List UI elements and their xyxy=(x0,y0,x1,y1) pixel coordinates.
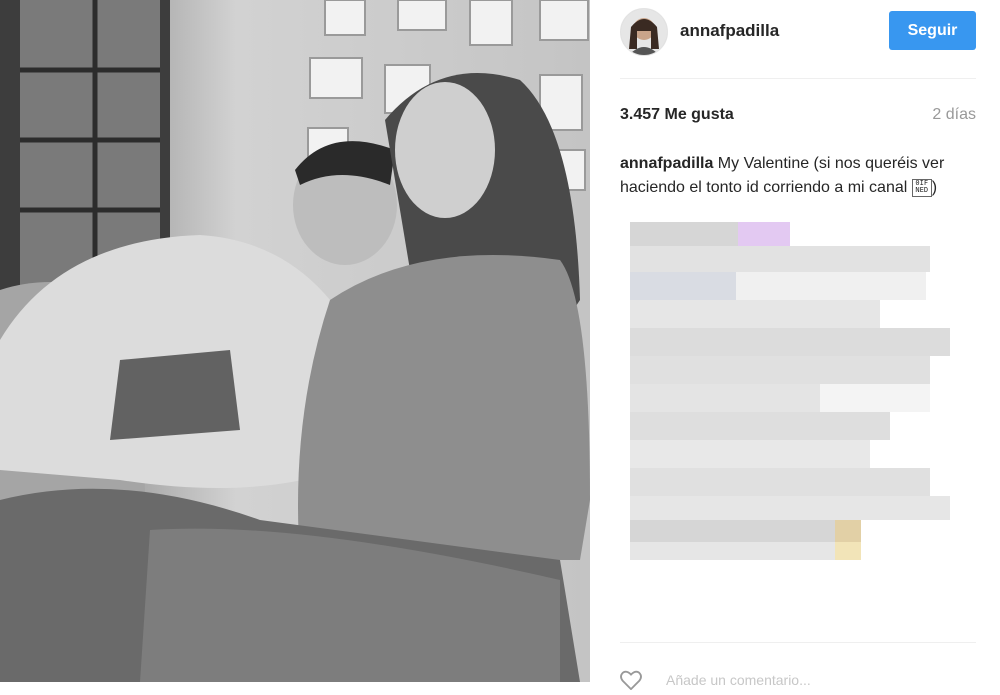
comment-input[interactable]: Añade un comentario... xyxy=(666,672,811,688)
post-caption: annafpadilla My Valentine (si nos queréi… xyxy=(620,152,970,200)
post-actions: Añade un comentario... xyxy=(620,670,976,691)
post-details-panel: annafpadilla Seguir 3.457 Me gusta 2 día… xyxy=(590,0,1000,691)
post-username[interactable]: annafpadilla xyxy=(680,21,779,41)
caption-emoji: 0IF NED xyxy=(911,178,932,197)
divider xyxy=(620,642,976,643)
likes-count[interactable]: 3.457 Me gusta xyxy=(620,106,734,124)
follow-button[interactable]: Seguir xyxy=(889,11,976,50)
post-timestamp[interactable]: 2 días xyxy=(932,106,976,124)
caption-username[interactable]: annafpadilla xyxy=(620,155,713,172)
post-photo xyxy=(0,0,590,682)
divider xyxy=(620,78,976,79)
caption-end: ) xyxy=(931,179,938,196)
post-header: annafpadilla Seguir xyxy=(620,8,976,56)
heart-outline-icon[interactable] xyxy=(620,670,642,691)
avatar[interactable] xyxy=(620,8,668,56)
